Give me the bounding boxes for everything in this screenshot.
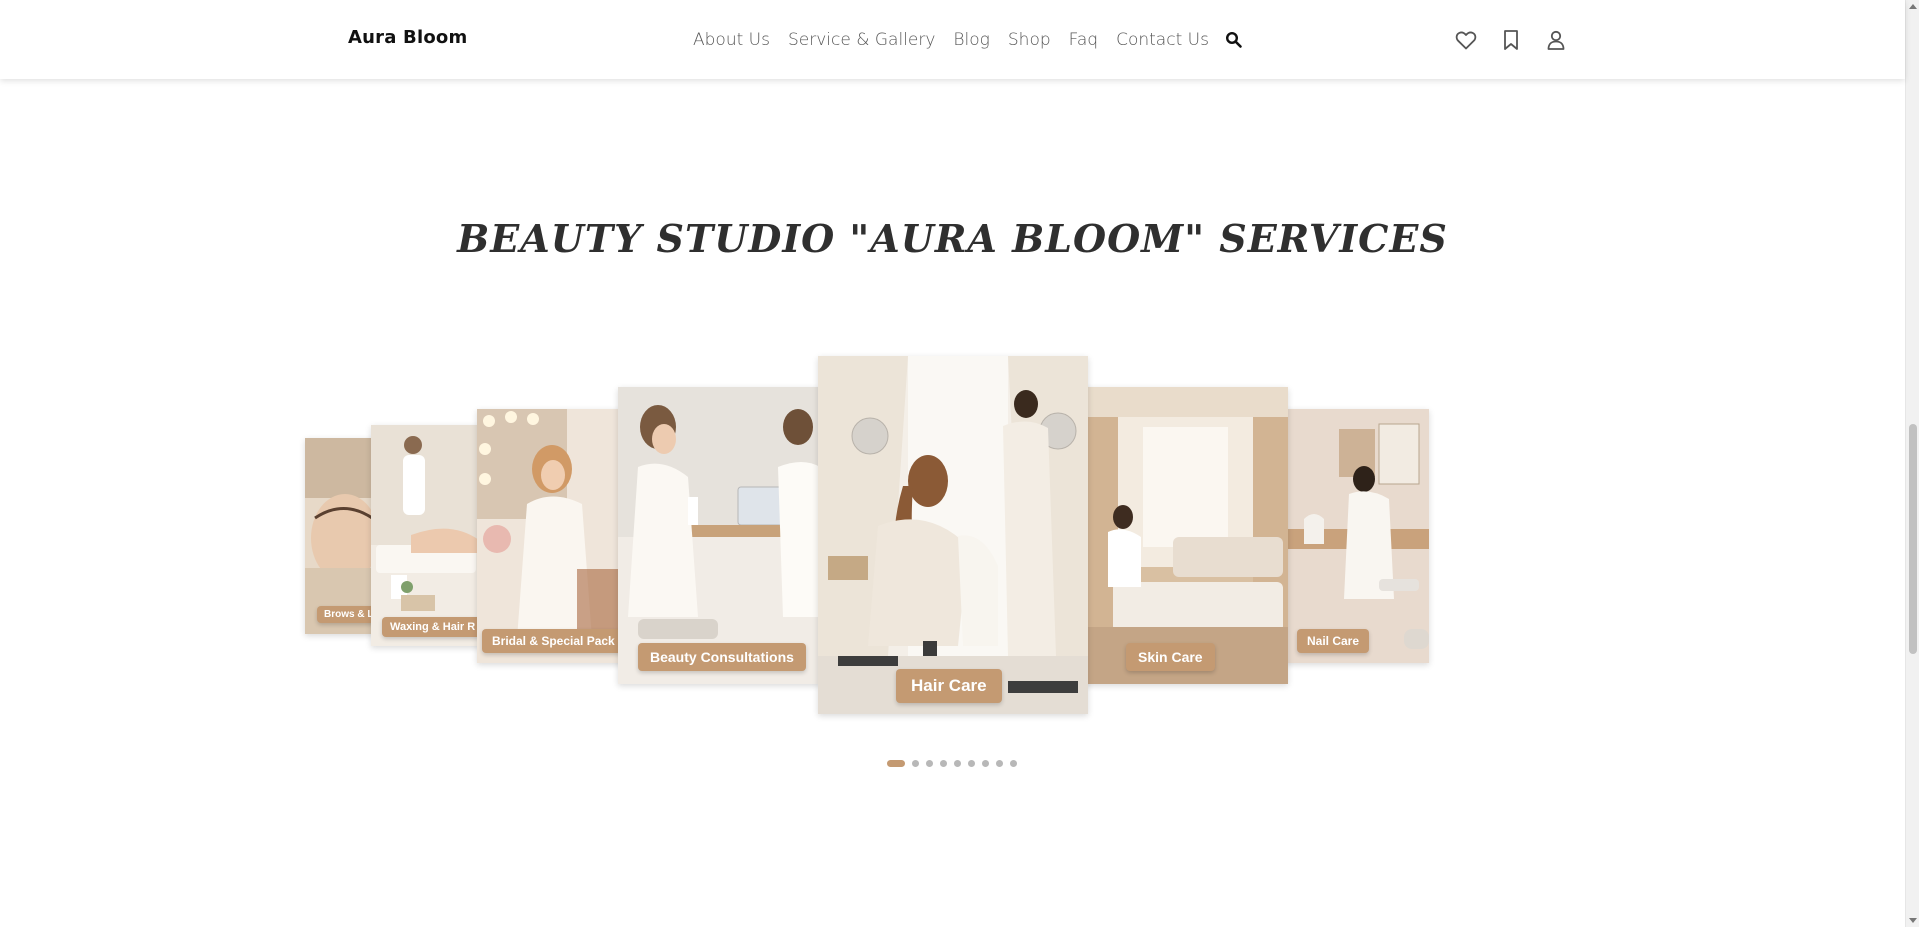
card-label: Waxing & Hair R xyxy=(382,617,481,637)
page-scrollbar[interactable] xyxy=(1905,0,1919,927)
carousel-dot[interactable] xyxy=(926,760,933,767)
carousel-dot[interactable] xyxy=(912,760,919,767)
carousel-card-consultations[interactable]: Beauty Consultations xyxy=(618,387,820,684)
carousel-card-brows[interactable]: Brows & L xyxy=(305,438,375,634)
card-label: Hair Care xyxy=(896,669,1002,703)
card-label: Bridal & Special Pack xyxy=(482,629,625,653)
nav-contact-us[interactable]: Contact Us xyxy=(1116,30,1209,50)
carousel-card-hair-care[interactable]: Hair Care xyxy=(818,356,1088,714)
nav-shop[interactable]: Shop xyxy=(1008,30,1051,50)
user-icon[interactable] xyxy=(1543,27,1569,53)
nav-faq[interactable]: Faq xyxy=(1069,30,1098,50)
bridal-image xyxy=(477,409,625,663)
waxing-image xyxy=(371,425,481,646)
carousel-dot[interactable] xyxy=(968,760,975,767)
carousel-card-skin-care[interactable]: Skin Care xyxy=(1083,387,1288,684)
nav-service-gallery[interactable]: Service & Gallery xyxy=(788,30,935,50)
carousel-dot[interactable] xyxy=(1010,760,1017,767)
card-label: Skin Care xyxy=(1126,643,1215,671)
main-nav: About Us Service & Gallery Blog Shop Faq… xyxy=(693,30,1243,50)
carousel-card-waxing[interactable]: Waxing & Hair R xyxy=(371,425,481,646)
scroll-down-icon[interactable] xyxy=(1909,918,1917,923)
nav-blog[interactable]: Blog xyxy=(953,30,989,50)
card-label: Beauty Consultations xyxy=(638,643,806,671)
card-label: Brows & L xyxy=(317,606,375,623)
scroll-up-icon[interactable] xyxy=(1909,4,1917,9)
nav-about-us[interactable]: About Us xyxy=(693,30,770,50)
carousel-dot[interactable] xyxy=(887,760,905,767)
carousel-card-nail-care[interactable]: Nail Care xyxy=(1284,409,1429,663)
heart-icon[interactable] xyxy=(1453,27,1479,53)
hair-care-image xyxy=(818,356,1088,714)
card-label: Nail Care xyxy=(1297,629,1370,653)
carousel-dot[interactable] xyxy=(940,760,947,767)
scroll-thumb[interactable] xyxy=(1909,424,1917,654)
carousel-pagination xyxy=(887,760,1017,767)
search-icon[interactable] xyxy=(1225,31,1243,49)
carousel-dot[interactable] xyxy=(982,760,989,767)
site-header: Aura Bloom About Us Service & Gallery Bl… xyxy=(0,0,1905,79)
carousel-card-bridal[interactable]: Bridal & Special Pack xyxy=(477,409,625,663)
site-logo[interactable]: Aura Bloom xyxy=(348,27,467,48)
skin-care-image xyxy=(1083,387,1288,684)
carousel-dot[interactable] xyxy=(996,760,1003,767)
header-actions xyxy=(1453,27,1569,53)
consultations-image xyxy=(618,387,820,684)
carousel-dot[interactable] xyxy=(954,760,961,767)
bookmark-icon[interactable] xyxy=(1498,27,1524,53)
services-carousel: Brows & L Waxing & Hair R Bridal & Speci… xyxy=(0,0,1905,927)
nail-care-image xyxy=(1284,409,1429,663)
brows-image xyxy=(305,438,375,634)
